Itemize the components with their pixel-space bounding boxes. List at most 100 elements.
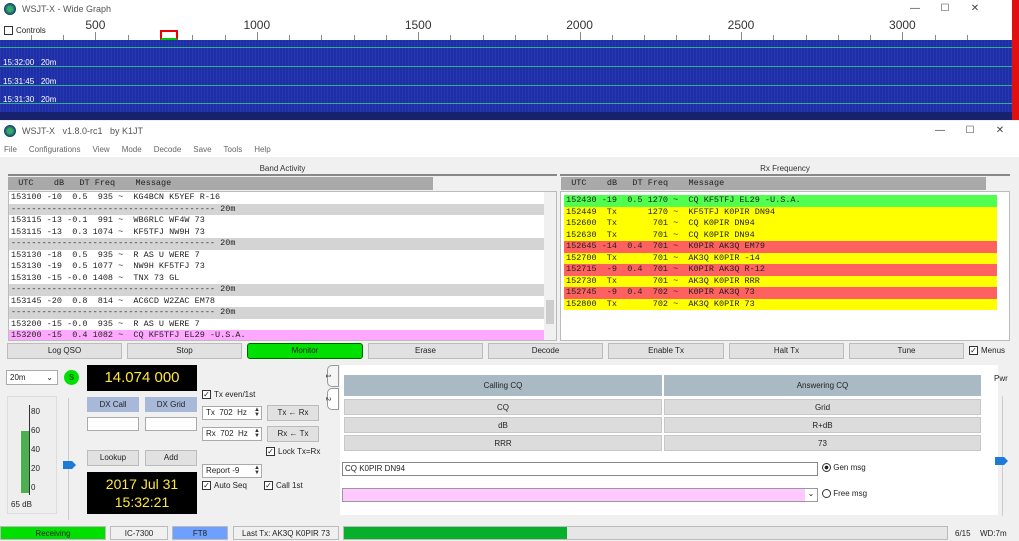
waterfall-row-label: 15:31:30 20m — [3, 95, 57, 104]
log-qso-button[interactable]: Log QSO — [7, 343, 122, 359]
menu-tools[interactable]: Tools — [224, 145, 243, 154]
signal-meter: 80 60 40 20 0 65 dB — [7, 396, 57, 514]
spin-arrows-icon[interactable]: ▲ ▼ — [254, 428, 260, 439]
stop-button[interactable]: Stop — [127, 343, 242, 359]
db-button[interactable]: dB — [344, 417, 662, 433]
menu-configurations[interactable]: Configurations — [29, 145, 81, 154]
menu-save[interactable]: Save — [193, 145, 211, 154]
decode-button[interactable]: Decode — [488, 343, 603, 359]
report-spinbox[interactable]: Report -9 ▲ ▼ — [202, 464, 262, 478]
free-msg-radio[interactable]: Free msg — [822, 489, 868, 499]
message-row[interactable]: 153100 -10 0.5 935 ~ KG4BCN K5YEF R-16 — [9, 192, 544, 204]
chevron-down-icon[interactable]: ⌄ — [805, 489, 817, 501]
message-row[interactable]: 153200 -15 -0.0 935 ~ R AS U WERE 7 — [9, 319, 544, 331]
lock-label: Lock Tx=Rx — [278, 447, 321, 456]
message-row[interactable]: 153115 -13 0.3 1074 ~ KF5TFJ NW9H 73 — [9, 227, 544, 239]
message-row[interactable]: 152600 Tx 701 ~ CQ K0PIR DN94 — [564, 218, 997, 230]
separator-row[interactable]: ----------------------------------------… — [9, 284, 544, 296]
dx-call-input[interactable] — [87, 417, 139, 431]
separator-row[interactable]: ----------------------------------------… — [9, 307, 544, 319]
tx-even-checkbox[interactable]: ✓ Tx even/1st — [202, 390, 256, 400]
message-row[interactable]: 152800 Tx 702 ~ AK3Q K0PIR 73 — [564, 298, 997, 310]
tune-button[interactable]: Tune — [849, 343, 964, 359]
gen-msg-radio[interactable]: Gen msg — [822, 463, 866, 473]
menu-help[interactable]: Help — [254, 145, 270, 154]
call-1st-checkbox[interactable]: ✓ Call 1st — [264, 481, 303, 491]
add-button[interactable]: Add — [145, 450, 197, 466]
menus-checkbox[interactable]: ✓ Menus — [969, 346, 1005, 356]
frequency-scale[interactable]: Controls 500 1000 1500 2000 2500 3000 — [0, 18, 1012, 40]
grid-button[interactable]: Grid — [664, 399, 981, 415]
tab-2[interactable]: 2 — [324, 388, 339, 410]
tx-from-rx-button[interactable]: Tx ← Rx — [267, 405, 319, 421]
menu-mode[interactable]: Mode — [122, 145, 142, 154]
utc-clock: 2017 Jul 31 15:32:21 — [87, 472, 197, 514]
tx-rx-marker[interactable] — [160, 30, 178, 40]
message-row[interactable]: 153115 -13 -0.1 991 ~ WB6RLC WF4W 73 — [9, 215, 544, 227]
scale-tick — [418, 32, 420, 40]
band-activity-list[interactable]: 153100 -10 0.5 935 ~ KG4BCN K5YEF R-16 --… — [8, 191, 557, 341]
dx-grid-input[interactable] — [145, 417, 197, 431]
band-activity-title: Band Activity — [259, 164, 306, 173]
band-select[interactable]: 20m ⌄ — [6, 370, 58, 385]
rx-frequency-spinbox[interactable]: Rx 702 Hz ▲ ▼ — [202, 427, 262, 441]
rx-frequency-list[interactable]: 152430 -19 0.5 1270 ~ CQ KF5TFJ EL29 -U.… — [560, 191, 1010, 341]
message-row[interactable]: 152700 Tx 701 ~ AK3Q K0PIR -14 — [564, 252, 997, 264]
free-msg-combo[interactable]: ⌄ — [342, 488, 818, 502]
scale-label: 2000 — [566, 18, 593, 32]
menu-file[interactable]: File — [4, 145, 17, 154]
minimize-button[interactable]: — — [925, 122, 955, 140]
rx-level-slider[interactable] — [63, 398, 78, 520]
r-db-button[interactable]: R+dB — [664, 417, 981, 433]
message-row[interactable]: 153145 -20 0.8 814 ~ AC6CD W2ZAC EM78 — [9, 296, 544, 308]
rx-from-tx-button[interactable]: Rx ← Tx — [267, 426, 319, 442]
message-row[interactable]: 152730 Tx 701 ~ AK3Q K0PIR RRR — [564, 275, 997, 287]
message-row[interactable]: 152449 Tx 1270 ~ KF5TFJ K0PIR DN94 — [564, 206, 997, 218]
controls-checkbox[interactable]: Controls — [4, 26, 46, 36]
slider-handle[interactable] — [63, 461, 76, 469]
separator-row[interactable]: ----------------------------------------… — [9, 203, 544, 215]
message-row[interactable]: 152430 -19 0.5 1270 ~ CQ KF5TFJ EL29 -U.… — [564, 195, 997, 207]
message-row[interactable]: 152645 -14 0.4 701 ~ K0PIR AK3Q EM79 — [564, 241, 997, 253]
message-row[interactable]: 153130 -19 0.5 1077 ~ NW9H KF5TFJ 73 — [9, 261, 544, 273]
erase-button[interactable]: Erase — [368, 343, 483, 359]
message-row[interactable]: 152630 Tx 701 ~ CQ K0PIR DN94 — [564, 229, 997, 241]
spin-arrows-icon[interactable]: ▲ ▼ — [254, 407, 260, 418]
free-msg-label: Free msg — [833, 489, 868, 498]
auto-seq-checkbox[interactable]: ✓ Auto Seq — [202, 481, 247, 491]
message-row[interactable]: 153200 -15 0.4 1082 ~ CQ KF5TFJ EL29 -U.… — [9, 330, 544, 340]
scrollbar[interactable] — [544, 192, 556, 340]
minimize-button[interactable]: — — [900, 0, 930, 18]
separator-row[interactable]: ----------------------------------------… — [9, 238, 544, 250]
lock-tx-rx-checkbox[interactable]: ✓ Lock Tx=Rx — [266, 447, 321, 457]
tab-1[interactable]: 1 — [324, 365, 339, 387]
status-rig: IC-7300 — [110, 526, 168, 540]
power-slider[interactable] — [995, 396, 1008, 516]
lookup-button[interactable]: Lookup — [87, 450, 139, 466]
menu-decode[interactable]: Decode — [154, 145, 182, 154]
halt-tx-button[interactable]: Halt Tx — [729, 343, 844, 359]
message-row[interactable]: 153130 -18 0.5 935 ~ R AS U WERE 7 — [9, 250, 544, 262]
message-row[interactable]: 152745 -9 0.4 702 ~ K0PIR AK3Q 73 — [564, 287, 997, 299]
tx-frequency-spinbox[interactable]: Tx 702 Hz ▲ ▼ — [202, 406, 262, 420]
close-button[interactable]: ✕ — [985, 122, 1015, 140]
maximize-button[interactable]: ☐ — [955, 122, 985, 140]
maximize-button[interactable]: ☐ — [930, 0, 960, 18]
menu-view[interactable]: View — [92, 145, 109, 154]
enable-tx-button[interactable]: Enable Tx — [608, 343, 724, 359]
message-row[interactable]: 153130 -15 -0.0 1408 ~ TNX 73 GL — [9, 273, 544, 285]
monitor-button[interactable]: Monitor — [247, 343, 363, 359]
cq-button[interactable]: CQ — [344, 399, 662, 415]
meter-tick-label: 0 — [31, 483, 36, 492]
tx-even-label: Tx even/1st — [214, 390, 256, 399]
close-button[interactable]: ✕ — [960, 0, 990, 18]
scrollbar-thumb[interactable] — [546, 300, 554, 324]
spin-arrows-icon[interactable]: ▲ ▼ — [254, 465, 260, 476]
waterfall[interactable]: 15:32:00 20m 15:31:45 20m 15:31:30 20m — [0, 40, 1012, 120]
window-edge — [1012, 0, 1019, 120]
rrr-button[interactable]: RRR — [344, 435, 662, 451]
gen-msg-input[interactable]: CQ K0PIR DN94 — [342, 462, 818, 476]
slider-handle[interactable] — [995, 457, 1008, 465]
message-row[interactable]: 152715 -9 0.4 701 ~ K0PIR AK3Q R-12 — [564, 264, 997, 276]
73-button[interactable]: 73 — [664, 435, 981, 451]
